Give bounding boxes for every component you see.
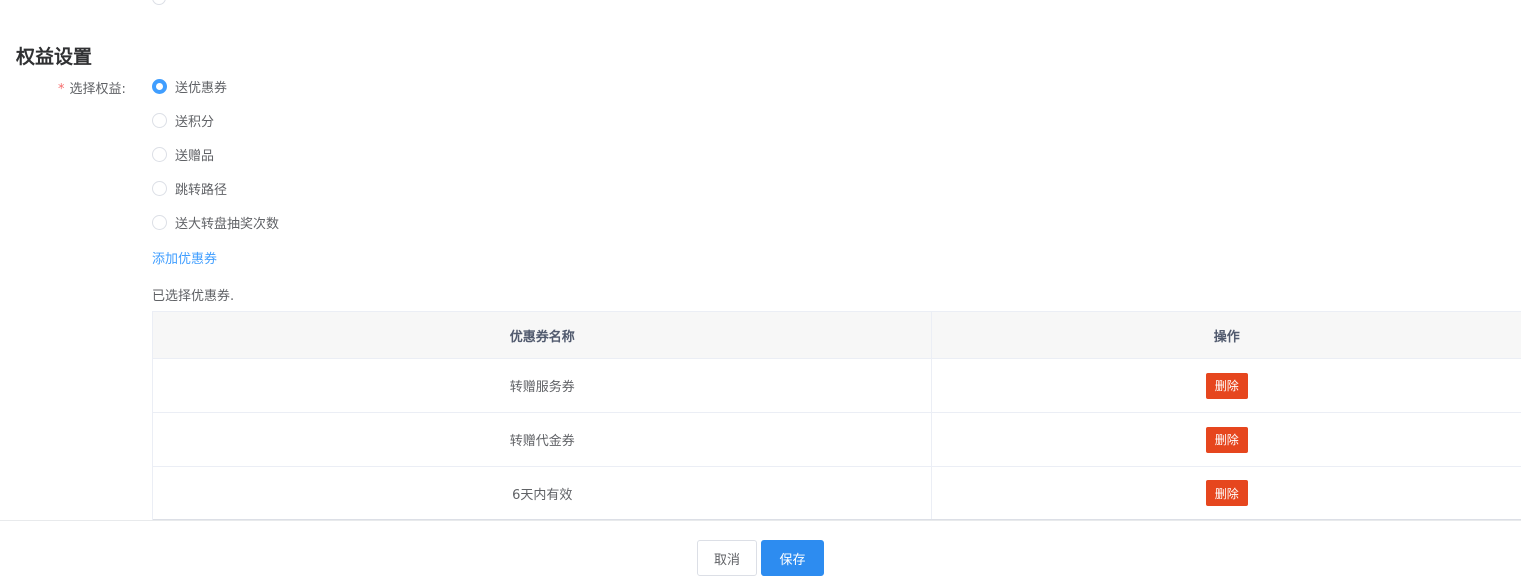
section-title: 权益设置 (16, 46, 93, 68)
coupon-name-cell: 6天内有效 (153, 467, 933, 519)
radio-label[interactable]: 送赠品 (175, 145, 214, 164)
action-cell: 删除 (932, 413, 1521, 466)
form-label-text: 选择权益: (69, 82, 126, 97)
form-label: * 选择权益: (58, 78, 126, 97)
coupon-name-cell: 转赠代金券 (153, 413, 933, 466)
radio-circle[interactable] (152, 112, 167, 128)
radio-coupon[interactable]: 送优惠券 (152, 77, 279, 96)
radio-circle[interactable] (152, 0, 166, 5)
radio-jump-path[interactable]: 跳转路径 (152, 179, 279, 198)
delete-button[interactable]: 删除 (1205, 480, 1248, 506)
page: 权益设置 * 选择权益: 送优惠券 送积分 送赠品 跳转路径 送大转盘抽奖次数 添… (0, 0, 1521, 587)
footer-bar: 取消 保存 (0, 520, 1521, 587)
coupon-name-cell: 转赠服务券 (153, 359, 933, 412)
radio-lottery-times[interactable]: 送大转盘抽奖次数 (152, 213, 279, 232)
action-cell: 删除 (932, 359, 1521, 412)
header-coupon-name: 优惠券名称 (153, 312, 933, 358)
radio-circle[interactable] (152, 180, 167, 196)
save-button[interactable]: 保存 (761, 540, 824, 576)
table-row: 6天内有效 删除 (153, 467, 1521, 521)
radio-circle-checked[interactable] (152, 78, 167, 94)
header-action: 操作 (1213, 329, 1240, 345)
radio-label[interactable]: 跳转路径 (175, 179, 227, 198)
add-coupon-link[interactable]: 添加优惠券 (152, 248, 217, 267)
delete-button[interactable]: 删除 (1205, 372, 1248, 399)
partial-radio-item[interactable] (152, 0, 174, 5)
radio-label[interactable]: 送大转盘抽奖次数 (175, 213, 279, 232)
delete-button[interactable]: 删除 (1205, 426, 1248, 453)
required-mark: * (58, 82, 65, 97)
coupon-table: 优惠券名称 操作 转赠服务券 删除 转赠代金券 删除 6天内有效 删除 (152, 311, 1521, 521)
action-cell: 删除 (932, 467, 1521, 519)
radio-circle[interactable] (152, 214, 167, 230)
radio-label[interactable]: 送积分 (175, 111, 214, 130)
table-row: 转赠代金券 删除 (153, 413, 1521, 467)
radio-circle[interactable] (152, 146, 167, 162)
table-row: 转赠服务券 删除 (153, 359, 1521, 413)
radio-points[interactable]: 送积分 (152, 111, 279, 130)
cancel-button[interactable]: 取消 (696, 540, 757, 576)
radio-label[interactable]: 送优惠券 (175, 77, 227, 96)
radio-gift[interactable]: 送赠品 (152, 145, 279, 164)
selected-coupons-label: 已选择优惠券. (152, 289, 235, 304)
benefit-radio-group: 送优惠券 送积分 送赠品 跳转路径 送大转盘抽奖次数 (152, 78, 279, 248)
table-header-row: 优惠券名称 操作 (153, 312, 1521, 359)
